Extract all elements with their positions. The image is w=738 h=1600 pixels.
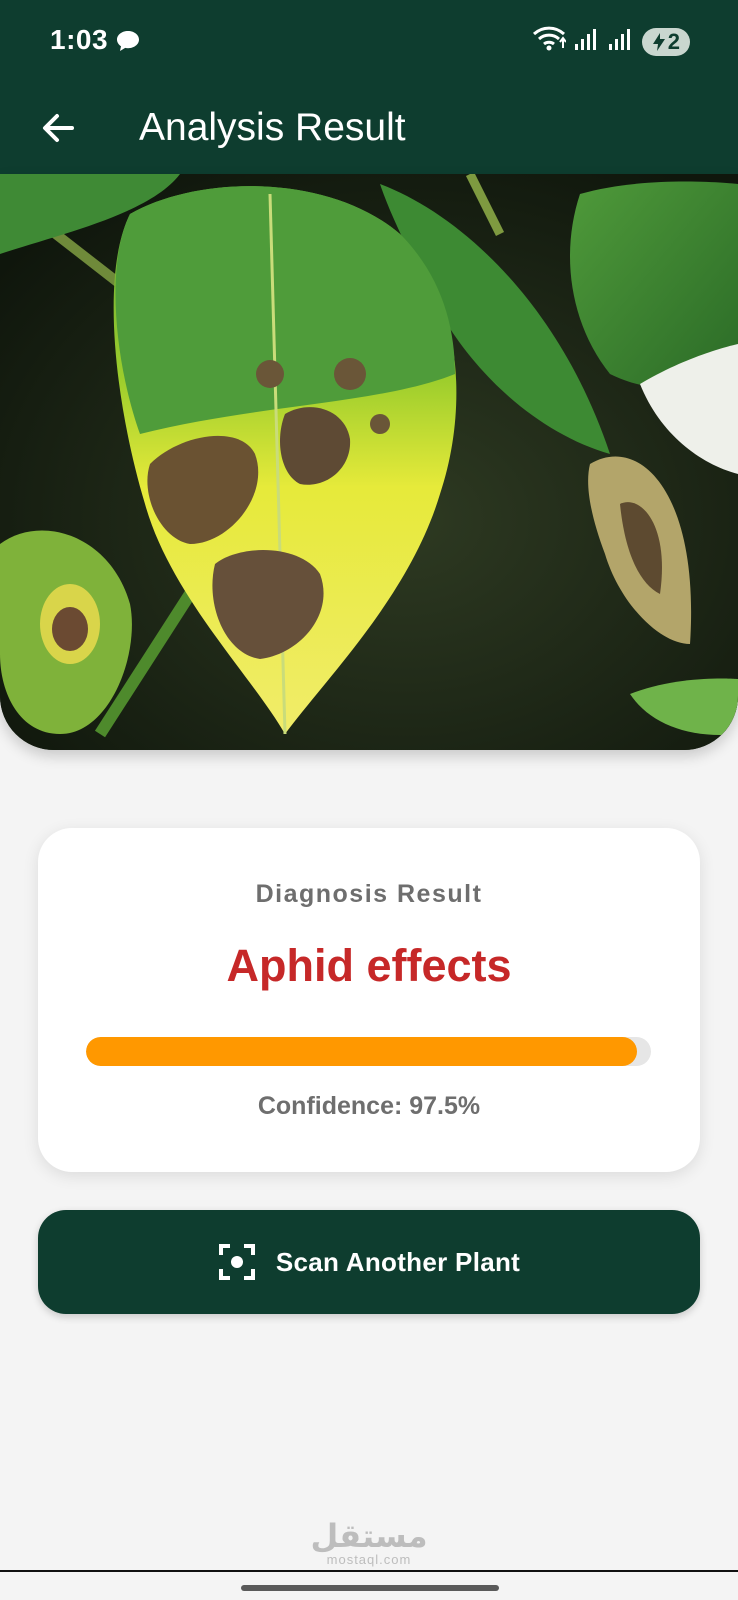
home-indicator[interactable] bbox=[241, 1585, 499, 1591]
plant-photo bbox=[0, 174, 738, 750]
confidence-bar-fill bbox=[86, 1037, 637, 1066]
watermark-arabic: مستقل bbox=[310, 1517, 428, 1555]
scan-another-plant-button[interactable]: Scan Another Plant bbox=[38, 1210, 700, 1314]
wifi-icon bbox=[532, 26, 567, 57]
confidence-bar bbox=[86, 1037, 651, 1066]
arrow-left-icon bbox=[43, 114, 74, 142]
battery-indicator: 2 bbox=[641, 27, 690, 56]
app-bar: Analysis Result bbox=[0, 84, 738, 174]
scan-focus-icon bbox=[218, 1244, 255, 1280]
battery-charging-icon bbox=[652, 32, 665, 51]
chat-bubble-icon bbox=[116, 30, 140, 57]
status-bar: 1:03 2 bbox=[0, 0, 738, 84]
battery-level: 2 bbox=[667, 28, 680, 54]
signal-icon bbox=[574, 27, 600, 56]
watermark: مستقل mostaql.com bbox=[0, 1520, 738, 1567]
watermark-latin: mostaql.com bbox=[326, 1552, 412, 1567]
signal-icon bbox=[608, 27, 634, 56]
page-title: Analysis Result bbox=[139, 106, 406, 149]
result-card-label: Diagnosis Result bbox=[255, 880, 483, 908]
scan-button-label: Scan Another Plant bbox=[275, 1246, 521, 1277]
diagnosis-name: Aphid effects bbox=[226, 940, 512, 991]
back-button[interactable] bbox=[30, 100, 86, 156]
status-time: 1:03 bbox=[50, 24, 109, 55]
confidence-text: Confidence: 97.5% bbox=[257, 1092, 481, 1120]
status-icons: 2 bbox=[532, 26, 690, 57]
result-card: Diagnosis Result Aphid effects Confidenc… bbox=[38, 828, 700, 1172]
